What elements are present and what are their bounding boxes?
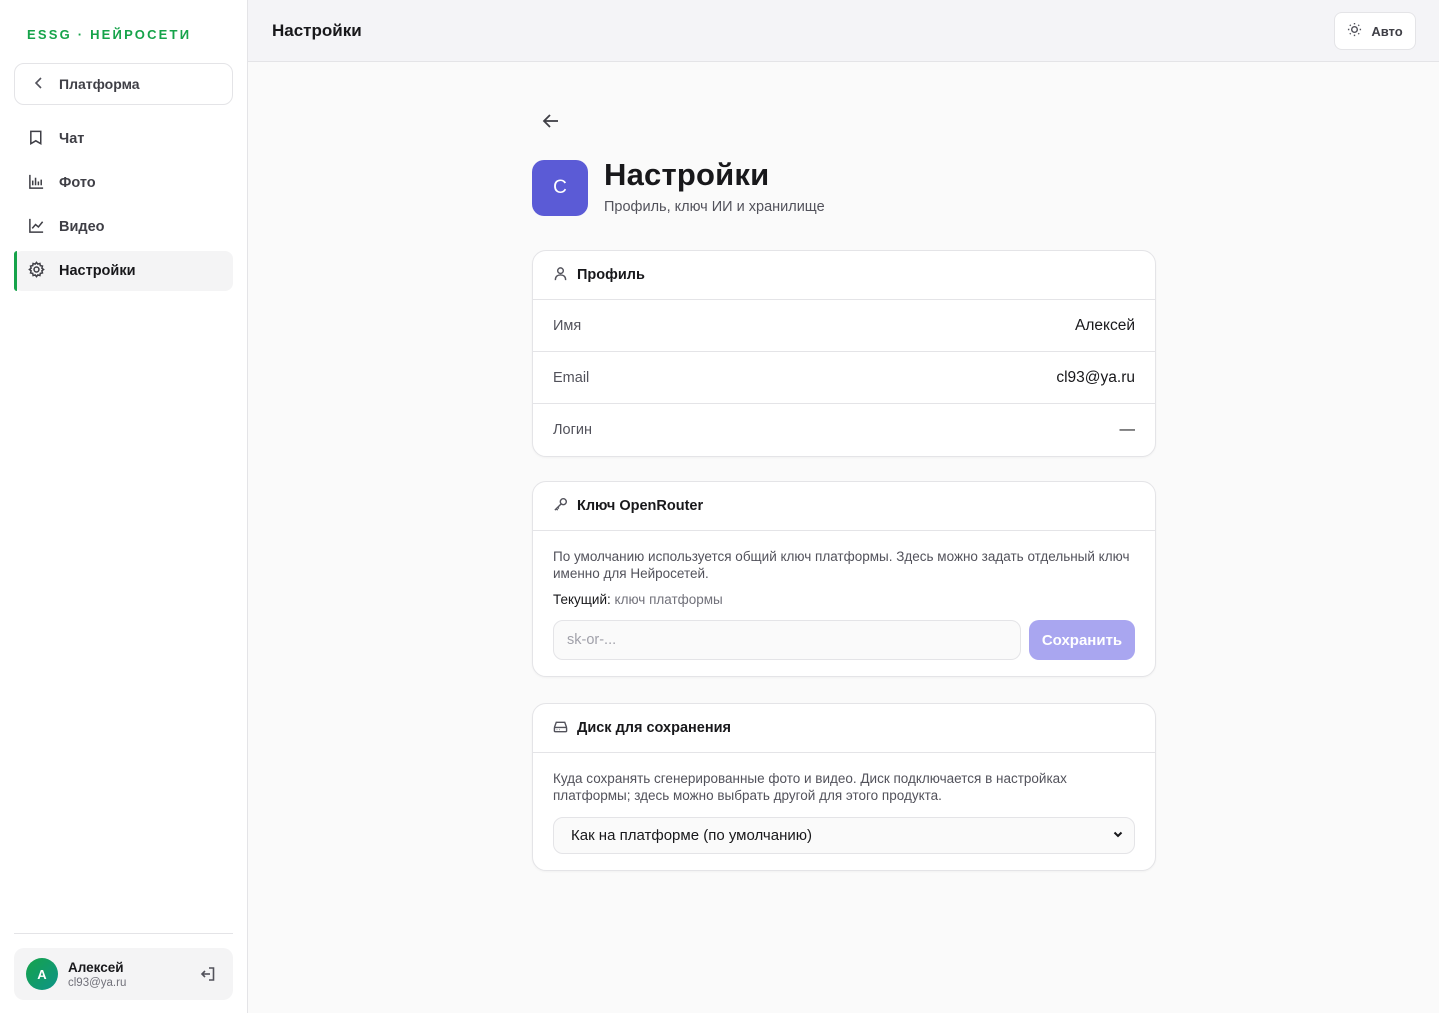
key-form: Сохранить: [553, 620, 1135, 660]
row-value: cl93@ya.ru: [1056, 368, 1135, 386]
bar-chart-icon: [28, 173, 45, 194]
page-subtitle: Профиль, ключ ИИ и хранилище: [604, 199, 825, 215]
brand-logo: ESSG · НЕЙРОСЕТИ: [27, 27, 192, 42]
user-name: Алексей: [68, 959, 124, 975]
row-label: Email: [553, 369, 590, 386]
openrouter-card-header: Ключ OpenRouter: [533, 482, 1155, 531]
current-key-label: Текущий:: [553, 592, 611, 607]
row-label: Имя: [553, 317, 582, 334]
page-title: Настройки: [604, 157, 770, 192]
hard-drive-icon: [553, 719, 568, 738]
sidebar-item-label: Фото: [59, 175, 96, 191]
sidebar-divider: [14, 933, 233, 934]
sidebar: ESSG · НЕЙРОСЕТИ Платформа Чат Фото Виде…: [0, 0, 248, 1013]
row-value: —: [1119, 421, 1136, 438]
sun-icon: [1347, 22, 1362, 40]
top-bar: Настройки Авто: [248, 0, 1439, 62]
disk-card-title: Диск для сохранения: [577, 720, 731, 736]
sidebar-nav: Чат Фото Видео Настройки: [14, 119, 233, 295]
sidebar-item-chat[interactable]: Чат: [14, 119, 233, 159]
openrouter-description: По умолчанию используется общий ключ пла…: [553, 549, 1130, 581]
save-key-button[interactable]: Сохранить: [1029, 620, 1135, 660]
openrouter-card: Ключ OpenRouter По умолчанию используетс…: [532, 481, 1156, 677]
row-label: Логин: [553, 422, 592, 438]
profile-card: Профиль Имя Алексей Email cl93@ya.ru Лог…: [532, 250, 1156, 457]
platform-back-label: Платформа: [59, 76, 140, 92]
chevron-down-icon: [1112, 827, 1124, 844]
line-chart-icon: [28, 217, 45, 238]
sidebar-item-video[interactable]: Видео: [14, 207, 233, 247]
header-title: Настройки: [272, 21, 362, 40]
disk-card: Диск для сохранения Куда сохранять сгене…: [532, 703, 1156, 871]
platform-back-button[interactable]: Платформа: [14, 63, 233, 105]
book-icon: [28, 129, 45, 150]
back-arrow-icon[interactable]: [541, 111, 563, 133]
api-key-input[interactable]: [553, 620, 1021, 660]
avatar: А: [26, 958, 58, 990]
current-key-status: Текущий: ключ платформы: [553, 592, 1135, 607]
profile-row-login: Логин —: [533, 404, 1155, 456]
user-card: А Алексей cl93@ya.ru: [14, 948, 233, 1000]
sidebar-item-label: Видео: [59, 219, 105, 235]
theme-toggle-button[interactable]: Авто: [1334, 12, 1416, 50]
logout-icon[interactable]: [199, 965, 217, 983]
current-key-value: ключ платформы: [614, 592, 723, 607]
profile-card-title: Профиль: [577, 267, 645, 283]
user-icon: [553, 266, 568, 285]
gear-icon: [28, 260, 45, 282]
profile-row-email: Email cl93@ya.ru: [533, 352, 1155, 404]
theme-label: Авто: [1371, 23, 1403, 39]
page-avatar: С: [532, 160, 588, 216]
disk-select[interactable]: Как на платформе (по умолчанию): [553, 817, 1135, 854]
sidebar-item-photo[interactable]: Фото: [14, 163, 233, 203]
key-icon: [553, 497, 568, 516]
sidebar-item-label: Чат: [59, 131, 85, 147]
disk-card-header: Диск для сохранения: [533, 704, 1155, 753]
chevron-left-icon: [33, 76, 45, 92]
disk-select-value: Как на платформе (по умолчанию): [571, 827, 812, 844]
openrouter-card-title: Ключ OpenRouter: [577, 498, 704, 514]
sidebar-item-settings[interactable]: Настройки: [14, 251, 233, 291]
disk-description: Куда сохранять сгенерированные фото и ви…: [553, 771, 1067, 803]
profile-card-header: Профиль: [533, 251, 1155, 300]
row-value: Алексей: [1075, 316, 1135, 334]
profile-row-name: Имя Алексей: [533, 300, 1155, 352]
user-email: cl93@ya.ru: [68, 976, 127, 989]
sidebar-item-label: Настройки: [59, 263, 136, 279]
